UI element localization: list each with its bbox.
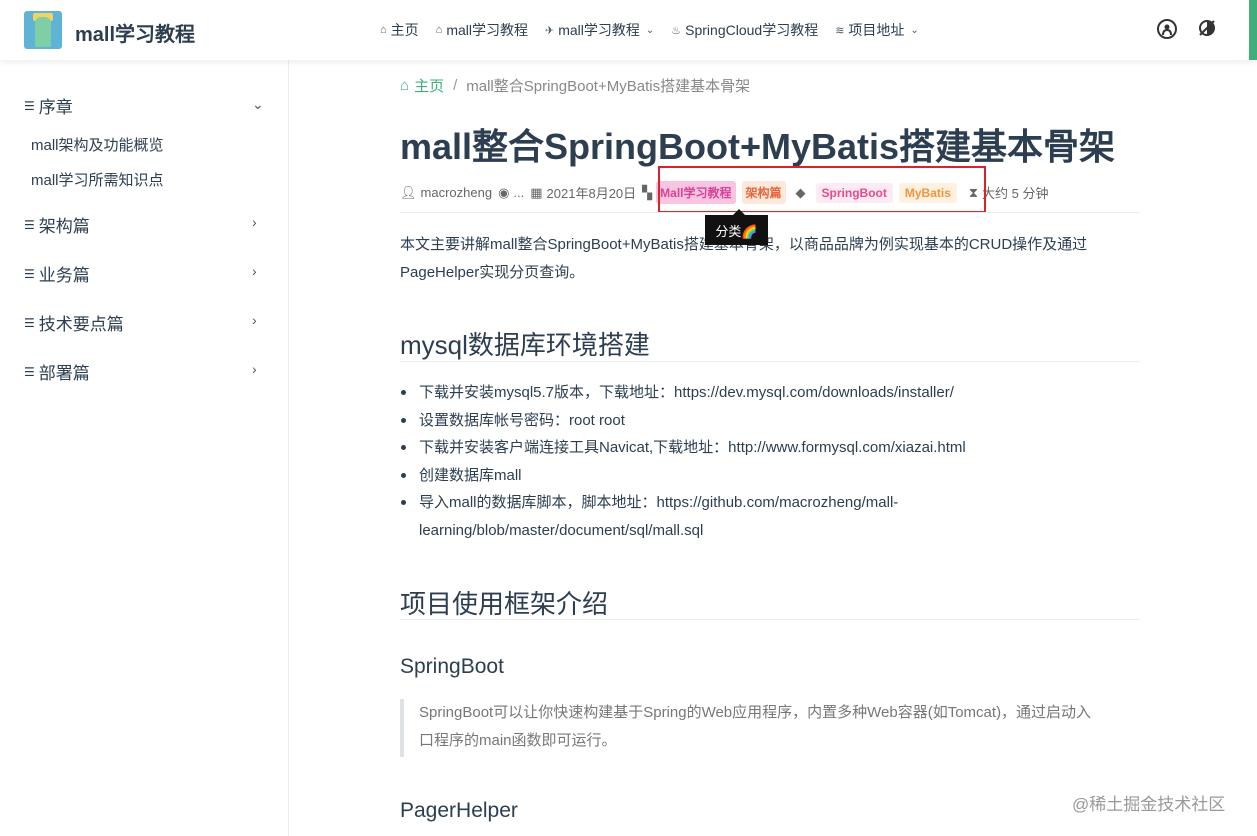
breadcrumb-home[interactable]: ⌂ 主页: [400, 75, 444, 96]
watermark: @稀土掘金技术社区: [1072, 795, 1226, 814]
subsection-heading-springboot: SpringBoot: [400, 655, 504, 678]
subsection-heading-pagerhelper: PagerHelper: [400, 799, 518, 822]
site-logo[interactable]: [24, 11, 62, 49]
fire-icon: ♨: [671, 24, 682, 37]
nav-links: ⌂ 主页 ⌂ mall学习教程 ✈ mall学习教程 ⌄ ♨ SpringClo…: [380, 20, 919, 40]
sidebar-item-architecture-overview[interactable]: mall架构及功能概览: [31, 134, 164, 155]
logo-statue: [35, 17, 51, 47]
book-icon: ☰: [24, 98, 35, 113]
user-icon: 👤︎: [400, 184, 417, 200]
book-icon: ☰: [24, 364, 35, 379]
views-value: ...: [513, 185, 525, 200]
eye-icon: ◉: [498, 184, 510, 200]
sidebar-group-label: 业务篇: [38, 266, 90, 285]
navbar: mall学习教程 ⌂ 主页 ⌂ mall学习教程 ✈ mall学习教程 ⌄ ♨ …: [0, 0, 1257, 60]
chevron-down-icon[interactable]: ⌄: [252, 96, 264, 113]
nav-link-springcloud[interactable]: ♨ SpringCloud学习教程: [671, 20, 818, 40]
page-title: mall整合SpringBoot+MyBatis搭建基本骨架: [400, 126, 1116, 167]
calendar-icon: ▦: [530, 184, 543, 200]
springboot-quote: SpringBoot可以让你快速构建基于Spring的Web应用程序，内置多种W…: [400, 699, 1140, 757]
book-icon: ☰: [24, 315, 35, 330]
layers-icon: ≋: [835, 24, 845, 37]
list-item-line: learning/blob/master/document/sql/mall.s…: [419, 521, 704, 539]
sidebar: ☰ 序章 ⌄ mall架构及功能概览 mall学习所需知识点 ☰ 架构篇 › ☰…: [0, 60, 289, 836]
nav-link-label: SpringCloud学习教程: [685, 22, 819, 38]
nav-link-mall-tutorial-dropdown[interactable]: ✈ mall学习教程 ⌄: [545, 20, 654, 40]
chevron-right-icon[interactable]: ›: [252, 214, 257, 230]
quote-line: 口程序的main函数即可运行。: [419, 732, 617, 749]
book-icon: ☰: [24, 266, 35, 281]
section-divider: [400, 361, 1140, 362]
scrollbar-accent: [1249, 0, 1257, 60]
sidebar-item-knowledge-points[interactable]: mall学习所需知识点: [31, 169, 164, 190]
breadcrumb-current[interactable]: mall整合SpringBoot+MyBatis搭建基本骨架: [466, 75, 750, 96]
nav-link-label: mall学习教程: [558, 22, 640, 38]
breadcrumb: ⌂ 主页 / mall整合SpringBoot+MyBatis搭建基本骨架: [400, 75, 750, 96]
page-views: ◉ ...: [498, 185, 524, 201]
chevron-right-icon[interactable]: ›: [252, 361, 257, 377]
section-divider: [400, 619, 1140, 620]
category-tooltip: 分类🌈: [705, 209, 768, 245]
home-icon: ⌂: [435, 24, 443, 36]
nav-link-label: 项目地址: [848, 22, 905, 38]
sidebar-group-label: 序章: [38, 98, 73, 117]
category-icon: ▚: [642, 184, 653, 200]
date-value: 2021年8月20日: [546, 186, 637, 201]
list-item: 创建数据库mall: [400, 462, 1140, 490]
home-icon: ⌂: [400, 77, 410, 94]
sidebar-group-deploy[interactable]: ☰ 部署篇: [24, 359, 90, 384]
author[interactable]: 👤︎ macrozheng: [400, 185, 492, 201]
section-heading-frameworks: 项目使用框架介绍: [400, 589, 609, 619]
article-intro: 本文主要讲解mall整合SpringBoot+MyBatis搭建基本骨架，以商品…: [400, 231, 1145, 287]
chevron-right-icon[interactable]: ›: [252, 312, 257, 328]
sidebar-group-label: 架构篇: [38, 217, 90, 236]
sidebar-group-label: 技术要点篇: [38, 315, 124, 334]
nav-link-label: 主页: [390, 22, 419, 38]
meta-divider: [400, 212, 1140, 213]
chevron-right-icon[interactable]: ›: [252, 263, 257, 279]
intro-line: 本文主要讲解mall整合SpringBoot+MyBatis搭建基本骨架，以商品…: [400, 231, 1145, 259]
theme-toggle-icon[interactable]: [1198, 19, 1216, 42]
chevron-down-icon: ⌄: [910, 24, 919, 36]
github-icon[interactable]: [1157, 19, 1177, 44]
quote-line: SpringBoot可以让你快速构建基于Spring的Web应用程序，内置多种W…: [419, 704, 1092, 721]
home-icon: ⌂: [380, 24, 387, 36]
sidebar-group-business[interactable]: ☰ 业务篇: [24, 261, 90, 286]
highlight-box: [658, 166, 986, 213]
rocket-icon: ✈: [544, 24, 555, 37]
sidebar-group-tech-points[interactable]: ☰ 技术要点篇: [24, 310, 124, 335]
nav-link-home[interactable]: ⌂ 主页: [380, 20, 419, 40]
breadcrumb-home-label: 主页: [414, 78, 445, 95]
author-name: macrozheng: [420, 185, 493, 200]
breadcrumb-separator: /: [453, 77, 458, 94]
intro-line: PageHelper实现分页查询。: [400, 264, 585, 281]
site-name[interactable]: mall学习教程: [75, 18, 195, 47]
list-item-line: 导入mall的数据库脚本，脚本地址：https://github.com/mac…: [419, 494, 899, 511]
list-item: 导入mall的数据库脚本，脚本地址：https://github.com/mac…: [400, 489, 1140, 544]
book-icon: ☰: [24, 217, 35, 232]
list-item: 设置数据库帐号密码：root root: [400, 407, 1140, 435]
nav-link-label: mall学习教程: [446, 22, 528, 38]
list-item: 下载并安装mysql5.7版本，下载地址：https://dev.mysql.c…: [400, 379, 1140, 407]
section-heading-mysql: mysql数据库环境搭建: [400, 330, 650, 360]
mysql-steps-list: 下载并安装mysql5.7版本，下载地址：https://dev.mysql.c…: [400, 379, 1140, 544]
list-item: 下载并安装客户端连接工具Navicat,下载地址：http://www.form…: [400, 434, 1140, 462]
chevron-down-icon: ⌄: [645, 24, 655, 36]
reading-time-value: 大约 5 分钟: [982, 186, 1049, 201]
publish-date: ▦ 2021年8月20日: [530, 183, 636, 202]
sidebar-group-prologue[interactable]: ☰ 序章: [24, 93, 73, 118]
sidebar-group-architecture[interactable]: ☰ 架构篇: [24, 212, 90, 237]
sidebar-group-label: 部署篇: [38, 364, 90, 383]
nav-link-mall-tutorial[interactable]: ⌂ mall学习教程: [436, 20, 528, 40]
nav-link-project-address[interactable]: ≋ 项目地址 ⌄: [835, 20, 919, 40]
